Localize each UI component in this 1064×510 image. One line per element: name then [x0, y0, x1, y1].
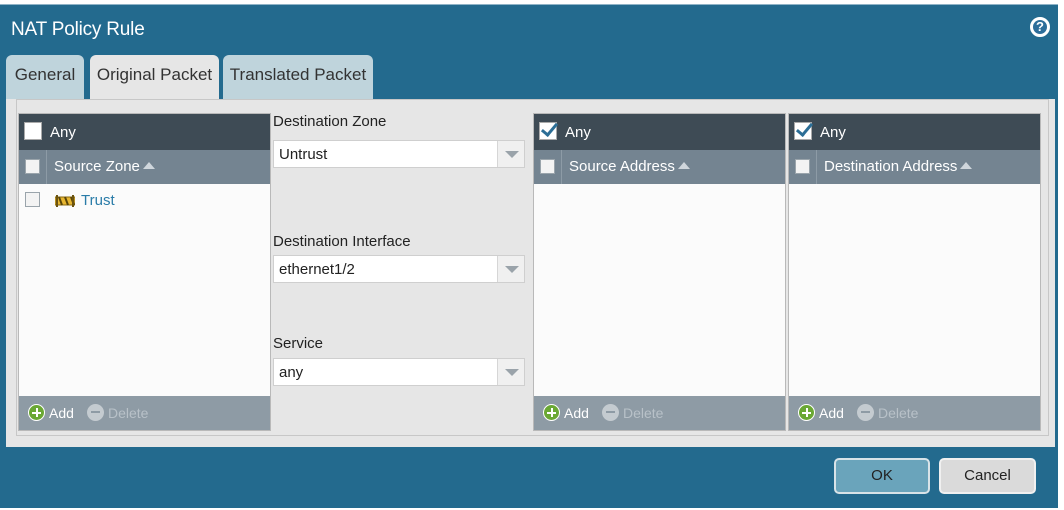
chevron-down-icon[interactable] — [497, 359, 524, 385]
delete-label: Delete — [108, 405, 149, 421]
destination-interface-label: Destination Interface — [273, 233, 411, 250]
destination-interface-value: ethernet1/2 — [279, 261, 355, 278]
header-separator — [816, 150, 817, 184]
destination-address-grid: Any Destination Address Add Delete — [788, 113, 1041, 431]
delete-label: Delete — [623, 405, 664, 421]
source-address-any-bar: Any — [534, 114, 785, 150]
source-zone-footer: Add Delete — [19, 396, 270, 430]
source-address-grid: Any Source Address Add Delete — [533, 113, 786, 431]
add-label: Add — [49, 405, 74, 421]
delete-icon — [857, 404, 874, 421]
source-address-header-label: Source Address — [569, 158, 690, 175]
service-value: any — [279, 364, 304, 381]
chevron-down-icon[interactable] — [497, 141, 524, 167]
dialog-titlebar[interactable]: NAT Policy Rule ? — [0, 5, 1058, 53]
chevron-down-icon[interactable] — [497, 256, 524, 282]
source-address-add-button[interactable]: Add — [543, 404, 589, 421]
tab-general[interactable]: General — [6, 55, 84, 99]
destination-address-delete-button[interactable]: Delete — [857, 404, 918, 421]
destination-zone-value: Untrust — [279, 146, 328, 163]
zone-link-trust[interactable]: Trust — [81, 192, 115, 209]
source-zone-add-button[interactable]: Add — [28, 404, 74, 421]
source-address-header-text: Source Address — [569, 158, 675, 175]
source-address-any-label: Any — [565, 124, 591, 141]
cancel-button[interactable]: Cancel — [939, 458, 1036, 494]
header-separator — [46, 150, 47, 184]
delete-icon — [87, 404, 104, 421]
sort-ascending-icon[interactable] — [677, 162, 690, 169]
destination-zone-label: Destination Zone — [273, 113, 387, 130]
dialog-title: NAT Policy Rule — [11, 19, 145, 40]
destination-fields: Destination Zone Untrust Destination Int… — [273, 100, 526, 437]
row-checkbox[interactable] — [25, 192, 40, 207]
table-row[interactable]: Trust — [19, 184, 270, 216]
destination-address-any-bar: Any — [789, 114, 1040, 150]
add-icon — [798, 404, 815, 421]
add-icon — [28, 404, 45, 421]
add-label: Add — [819, 405, 844, 421]
destination-address-header-text: Destination Address — [824, 158, 958, 175]
source-zone-header-text: Source Zone — [54, 158, 140, 175]
service-select[interactable]: any — [273, 358, 525, 386]
destination-address-header-label: Destination Address — [824, 158, 973, 175]
source-address-select-all-checkbox[interactable] — [540, 159, 555, 174]
source-address-column-header[interactable]: Source Address — [534, 150, 785, 184]
source-zone-header-label: Source Zone — [54, 158, 155, 175]
source-address-footer: Add Delete — [534, 396, 785, 430]
destination-address-any-checkbox[interactable] — [794, 122, 812, 140]
help-icon[interactable]: ? — [1030, 17, 1050, 37]
delete-icon — [602, 404, 619, 421]
source-zone-any-checkbox[interactable] — [24, 122, 42, 140]
source-zone-delete-button[interactable]: Delete — [87, 404, 148, 421]
destination-zone-select[interactable]: Untrust — [273, 140, 525, 168]
sort-ascending-icon[interactable] — [960, 162, 973, 169]
source-zone-select-all-checkbox[interactable] — [25, 159, 40, 174]
source-zone-column-header[interactable]: Source Zone — [19, 150, 270, 184]
source-address-delete-button[interactable]: Delete — [602, 404, 663, 421]
add-icon — [543, 404, 560, 421]
ok-button[interactable]: OK — [834, 458, 930, 494]
original-packet-panel: Any Source Zone Trust Add Delete Destina… — [6, 99, 1055, 447]
panel-content: Any Source Zone Trust Add Delete Destina… — [16, 99, 1049, 436]
zone-icon — [55, 195, 75, 207]
source-zone-any-bar: Any — [19, 114, 270, 150]
header-separator — [561, 150, 562, 184]
source-address-any-checkbox[interactable] — [539, 122, 557, 140]
destination-address-column-header[interactable]: Destination Address — [789, 150, 1040, 184]
service-label: Service — [273, 335, 324, 352]
tab-translated-packet[interactable]: Translated Packet — [223, 55, 373, 99]
destination-address-footer: Add Delete — [789, 396, 1040, 430]
delete-label: Delete — [878, 405, 919, 421]
tab-original-packet[interactable]: Original Packet — [90, 55, 219, 101]
destination-address-any-label: Any — [820, 124, 846, 141]
nat-policy-rule-dialog: NAT Policy Rule ? General Original Packe… — [0, 4, 1058, 508]
source-zone-grid: Any Source Zone Trust Add Delete — [18, 113, 271, 431]
destination-interface-select[interactable]: ethernet1/2 — [273, 255, 525, 283]
sort-ascending-icon[interactable] — [142, 162, 155, 169]
add-label: Add — [564, 405, 589, 421]
destination-address-select-all-checkbox[interactable] — [795, 159, 810, 174]
source-zone-any-label: Any — [50, 124, 76, 141]
destination-address-add-button[interactable]: Add — [798, 404, 844, 421]
